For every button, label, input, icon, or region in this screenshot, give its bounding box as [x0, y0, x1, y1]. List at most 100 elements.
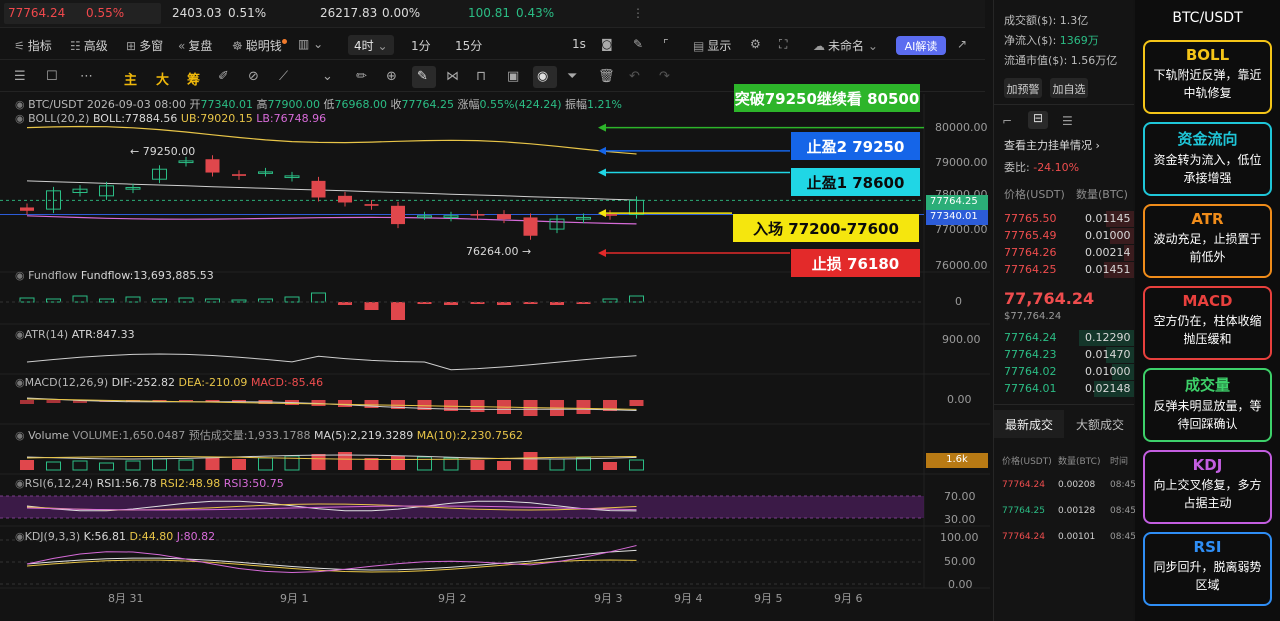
- replay-button[interactable]: «复盘: [178, 37, 212, 54]
- kdj-name[interactable]: KDJ(9,3,3): [25, 530, 81, 543]
- eye-icon[interactable]: ◉: [15, 530, 25, 543]
- interval-1s[interactable]: 1s: [572, 37, 586, 51]
- bid-row[interactable]: 77764.24 0.12290: [994, 330, 1134, 346]
- eye-icon[interactable]: ◉: [15, 269, 25, 282]
- depth-title[interactable]: 查看主力挂单情况 ›: [1004, 137, 1100, 153]
- settings-gear-icon[interactable]: ⚙: [750, 37, 761, 51]
- chevron-down-icon[interactable]: ⌄: [322, 69, 333, 84]
- ask-row[interactable]: 77764.26 0.00214: [994, 245, 1134, 261]
- link-icon[interactable]: ⋈: [446, 69, 459, 84]
- layout-select[interactable]: ☁ 未命名 ⌄: [813, 37, 878, 54]
- chip-button[interactable]: 筹: [187, 69, 200, 88]
- book-view-both-icon[interactable]: ⊟: [1028, 111, 1048, 129]
- eye-icon[interactable]: ◉: [15, 98, 25, 111]
- boll-mid-band: [26, 180, 637, 201]
- interval-15m[interactable]: 15分: [455, 37, 482, 54]
- display-button[interactable]: ▤ 显示: [693, 37, 731, 54]
- indicator-button[interactable]: ⚟ 指标: [14, 37, 52, 54]
- multi-window-label: 多窗: [139, 39, 164, 53]
- edit-icon[interactable]: ✐: [218, 69, 229, 84]
- boll-name[interactable]: BOLL(20,2): [28, 112, 89, 125]
- trash-icon[interactable]: 🗑: [598, 69, 615, 84]
- book-view-list-icon[interactable]: ☰: [1062, 114, 1073, 128]
- advanced-button[interactable]: ☷ 高级: [70, 37, 108, 54]
- indicator-label: 指标: [27, 39, 52, 53]
- ticker-more-icon[interactable]: ⋮: [632, 6, 644, 20]
- chart-type-icon[interactable]: ▥ ⌄: [298, 37, 323, 51]
- share-icon[interactable]: ↗: [957, 37, 967, 51]
- fullscreen-icon[interactable]: ⛶: [779, 37, 787, 52]
- note-icon[interactable]: ▣: [507, 69, 519, 84]
- ai-interpret-button[interactable]: AI解读: [896, 36, 946, 55]
- ticker-eth-price[interactable]: 2403.03: [172, 6, 222, 20]
- magnet-icon[interactable]: ⊘: [248, 69, 259, 84]
- card-desc: 下轨附近反弹，靠近中轨修复: [1153, 68, 1262, 100]
- eye-icon[interactable]: ◉: [15, 328, 25, 341]
- camera-icon[interactable]: ◙: [601, 37, 613, 51]
- fundflow-bar-up: [178, 297, 194, 303]
- eye-icon[interactable]: ◉: [15, 376, 25, 389]
- add-alert-button[interactable]: 加预警: [1004, 78, 1042, 98]
- macd-hist-bar: [576, 400, 591, 414]
- dots-icon[interactable]: ⋯: [80, 69, 93, 84]
- tab-latest-trades[interactable]: 最新成交: [994, 410, 1064, 438]
- bid-row[interactable]: 77764.02 0.01000: [994, 364, 1134, 380]
- crop-icon[interactable]: ⌜: [663, 37, 669, 51]
- eye-icon[interactable]: ◉: [15, 112, 25, 125]
- ask-row[interactable]: 77765.49 0.01000: [994, 228, 1134, 244]
- chart-area[interactable]: ◉ BTC/USDT 2026-09-03 08:00 开77340.01 高7…: [0, 84, 990, 606]
- ask-price: 77764.26: [1004, 246, 1057, 259]
- multi-window-button[interactable]: ⊞ 多窗: [126, 37, 163, 54]
- measure-icon[interactable]: ⟋: [279, 69, 288, 84]
- volume-name[interactable]: Volume: [28, 429, 69, 442]
- volume-estimate: 预估成交量:1,933.1788: [188, 429, 311, 442]
- bid-row[interactable]: 77764.23 0.01470: [994, 347, 1134, 363]
- volume-bar-down: [311, 454, 326, 470]
- zoom-in-icon[interactable]: ⊕: [386, 69, 397, 84]
- ask-row[interactable]: 77764.25 0.01451: [994, 262, 1134, 278]
- cloud-icon: ☁: [813, 39, 825, 53]
- volume-bar-down: [523, 452, 538, 470]
- ruler-icon[interactable]: ✏: [356, 69, 367, 84]
- fundflow-name[interactable]: Fundflow: [28, 269, 77, 282]
- eye-icon[interactable]: ◉: [15, 429, 25, 442]
- trade-qty: 0.00128: [1058, 506, 1096, 516]
- macd-legend: ◉MACD(12,26,9) DIF:-252.82 DEA:-210.09 M…: [15, 376, 323, 389]
- filter-icon[interactable]: ⏷: [567, 69, 577, 84]
- book-view-icon[interactable]: ⌐: [1002, 114, 1012, 128]
- brush-icon[interactable]: ✎: [417, 69, 428, 84]
- interval-1m[interactable]: 1分: [411, 37, 431, 54]
- col-price-header: 价格(USDT): [1004, 188, 1065, 201]
- trade-price: 77764.24: [1002, 480, 1045, 490]
- big-order-button[interactable]: 大: [156, 69, 169, 88]
- atr-name[interactable]: ATR(14): [25, 328, 69, 341]
- indicator-card: BOLL 下轨附近反弹，靠近中轨修复: [1143, 40, 1272, 114]
- ask-qty: 0.01000: [1085, 229, 1131, 242]
- eye-icon[interactable]: ◉: [537, 69, 548, 84]
- lock-icon[interactable]: ⊓: [476, 69, 486, 84]
- redo-icon[interactable]: ↷: [659, 69, 670, 84]
- bid-row[interactable]: 77764.01 0.02148: [994, 381, 1134, 397]
- col-qty-header: 数量(BTC): [1076, 188, 1128, 201]
- eye-icon[interactable]: ◉: [15, 477, 25, 490]
- ask-row[interactable]: 77765.50 0.01145: [994, 211, 1134, 227]
- main-chart-button[interactable]: 主: [124, 69, 137, 88]
- indicator-card: RSI 同步回升，脱离弱势区域: [1143, 532, 1272, 606]
- interval-select[interactable]: 4时 ⌄: [348, 35, 394, 55]
- rsi-name[interactable]: RSI(6,12,24): [25, 477, 93, 490]
- bid-price: 77764.01: [1004, 382, 1057, 395]
- pencil-icon[interactable]: ✎: [633, 37, 643, 51]
- square-icon[interactable]: ☐: [46, 69, 58, 84]
- rsi1-value: RSI1:56.78: [96, 477, 157, 490]
- ticker-btc-price[interactable]: 77764.24: [8, 6, 65, 20]
- undo-icon[interactable]: ↶: [629, 69, 640, 84]
- rewind-icon: «: [178, 39, 186, 53]
- add-watchlist-button[interactable]: 加自选: [1050, 78, 1088, 98]
- smart-money-button[interactable]: ☸ 聪明钱: [232, 37, 287, 54]
- tab-large-trades[interactable]: 大额成交: [1066, 410, 1134, 438]
- ticker-4-price[interactable]: 100.81: [468, 6, 510, 20]
- ticker-3-price[interactable]: 26217.83: [320, 6, 377, 20]
- volume-bar-up: [72, 460, 88, 471]
- macd-name[interactable]: MACD(12,26,9): [25, 376, 109, 389]
- menu-icon[interactable]: ☰: [14, 69, 26, 84]
